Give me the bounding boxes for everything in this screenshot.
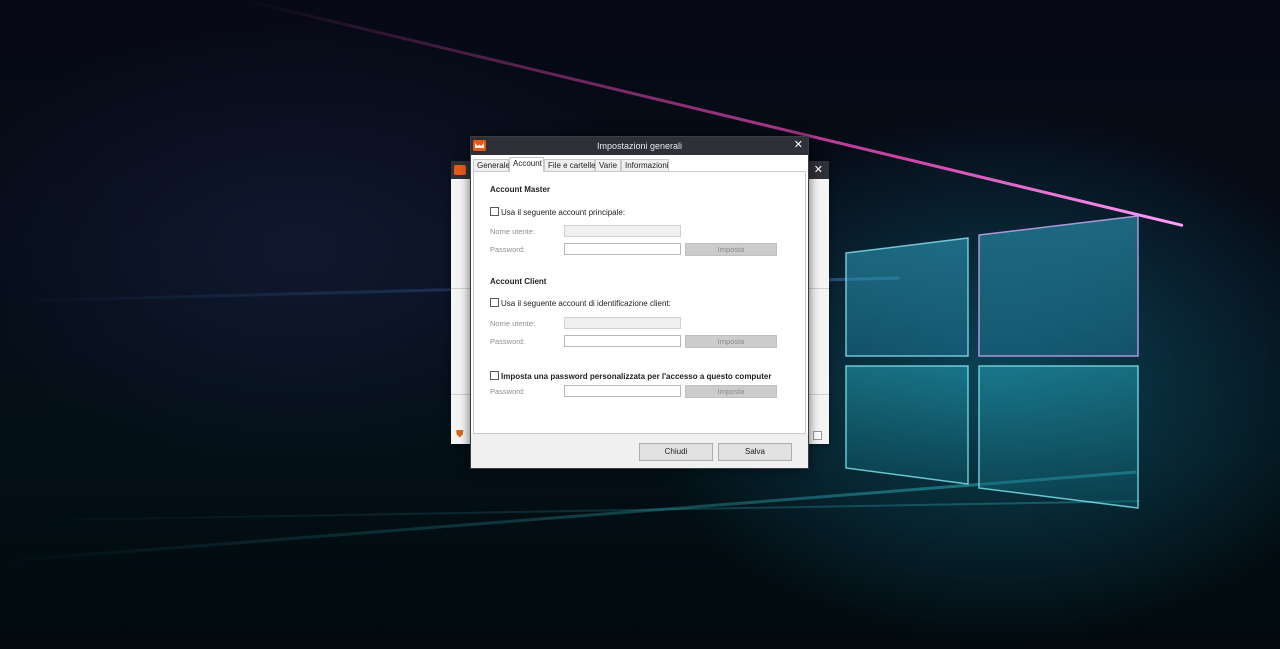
master-account-checkbox-row[interactable]: Usa il seguente account principale: [490,207,625,217]
settings-dialog: Impostazioni generali ✕ Generale Account… [470,136,809,469]
custom-password-checkbox-label: Imposta una password personalizzata per … [501,372,772,381]
client-password-field[interactable] [564,335,681,347]
master-password-field[interactable] [564,243,681,255]
save-button[interactable]: Salva [718,443,792,461]
custom-password-field[interactable] [564,385,681,397]
master-username-field[interactable] [564,225,681,237]
app-logo-icon [454,165,466,175]
tab-file-e-cartelle[interactable]: File e cartelle [544,159,596,171]
client-username-field[interactable] [564,317,681,329]
client-set-button[interactable]: Imposta [685,335,777,348]
custom-password-label: Password: [490,387,526,396]
shield-icon: ⛊ [456,429,464,440]
tab-account[interactable]: Account [509,157,544,172]
client-username-label: Nome utente: [490,319,536,328]
master-username-label: Nome utente: [490,227,536,236]
custom-set-button[interactable]: Imposta [685,385,777,398]
section-heading-client: Account Client [490,277,547,286]
close-icon[interactable]: ✕ [814,164,823,176]
close-icon[interactable]: ✕ [794,139,803,152]
account-tab-panel: Account Master Usa il seguente account p… [473,171,806,434]
dialog-title: Impostazioni generali [596,141,683,151]
background-checkbox[interactable] [813,431,822,440]
master-password-label: Password: [490,245,526,254]
client-password-label: Password: [490,337,526,346]
tab-generale[interactable]: Generale [473,159,510,171]
custom-password-checkbox-row[interactable]: Imposta una password personalizzata per … [490,371,771,381]
master-account-checkbox[interactable] [490,207,499,216]
client-account-checkbox-label: Usa il seguente account di identificazio… [501,299,671,308]
custom-password-checkbox[interactable] [490,371,499,380]
client-account-checkbox[interactable] [490,298,499,307]
client-account-checkbox-row[interactable]: Usa il seguente account di identificazio… [490,298,671,308]
section-heading-master: Account Master [490,185,551,194]
tab-varie[interactable]: Varie [595,159,621,171]
master-account-checkbox-label: Usa il seguente account principale: [501,208,626,217]
dialog-footer: Chiudi Salva [471,434,808,468]
close-button[interactable]: Chiudi [639,443,713,461]
dialog-titlebar[interactable]: Impostazioni generali ✕ [471,137,808,155]
master-set-button[interactable]: Imposta [685,243,777,256]
tab-informazioni[interactable]: Informazioni [621,159,669,171]
